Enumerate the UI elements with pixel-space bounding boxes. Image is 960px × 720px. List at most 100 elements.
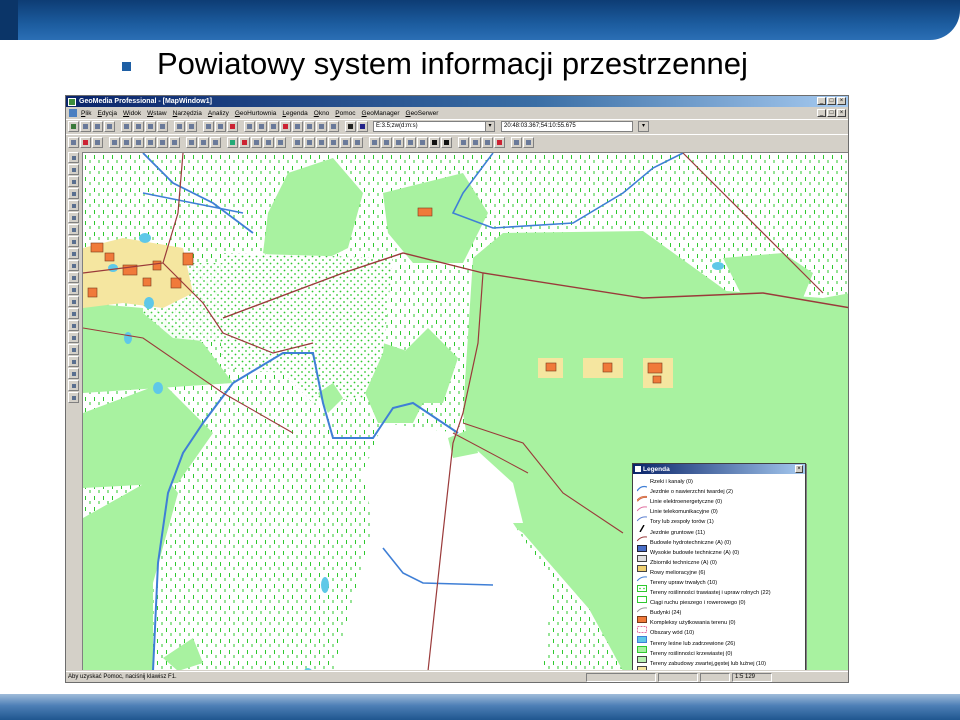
- refresh-icon[interactable]: [328, 121, 339, 132]
- clear-icon[interactable]: [494, 137, 505, 148]
- fit-all-icon[interactable]: [268, 121, 279, 132]
- help-icon[interactable]: [357, 121, 368, 132]
- legend-item[interactable]: Budowle hydrotechniczne (A) (0): [637, 538, 805, 553]
- menu-wstaw[interactable]: Wstaw: [147, 110, 167, 117]
- select-tool-icon[interactable]: [227, 121, 238, 132]
- legend-item[interactable]: Ciągi ruchu pieszego i rowerowego (0): [636, 598, 805, 612]
- select-by-area-icon[interactable]: [215, 121, 226, 132]
- vertex-tool-icon[interactable]: [68, 212, 79, 223]
- maximize-button[interactable]: □: [827, 97, 836, 105]
- insert-feature-icon[interactable]: [227, 137, 238, 148]
- buffer-icon[interactable]: [186, 137, 197, 148]
- copy-feature-icon[interactable]: [275, 137, 286, 148]
- split-icon[interactable]: [369, 137, 380, 148]
- legend-item[interactable]: Tory lub zespoły torów (1): [637, 517, 805, 533]
- legend-item[interactable]: Obszary wód (10): [637, 628, 805, 643]
- legend-item[interactable]: Tereny gruntów odsłoniętych (1): [637, 669, 805, 670]
- redo-icon[interactable]: [186, 121, 197, 132]
- menu-widok[interactable]: Widok: [123, 110, 141, 117]
- cut-icon[interactable]: [121, 121, 132, 132]
- draw-line-icon[interactable]: [292, 137, 303, 148]
- symbol-icon[interactable]: [417, 137, 428, 148]
- legend-item[interactable]: Budynki (24): [637, 608, 805, 623]
- menu-geohurtownia[interactable]: GeoHurtownia: [235, 110, 277, 117]
- legend-titlebar[interactable]: Legenda: [633, 464, 805, 474]
- measure-tool-icon[interactable]: [68, 236, 79, 247]
- edit-geometry-icon[interactable]: [239, 137, 250, 148]
- menu-narzedzia[interactable]: Narzędzia: [173, 110, 202, 117]
- legend-item[interactable]: Tereny upraw trwałych (10): [637, 578, 805, 593]
- open-icon[interactable]: [92, 121, 103, 132]
- rotate-icon[interactable]: [263, 137, 274, 148]
- coordinate-dropdown-button[interactable]: ▾: [638, 121, 649, 132]
- angle-tool-icon[interactable]: [68, 284, 79, 295]
- circle-tool-icon[interactable]: [68, 332, 79, 343]
- grid-icon[interactable]: [109, 137, 120, 148]
- mdi-minimize-button[interactable]: _: [817, 109, 826, 117]
- join-tool-icon[interactable]: [68, 320, 79, 331]
- menu-plik[interactable]: Plik: [81, 110, 91, 117]
- delete-icon[interactable]: [157, 121, 168, 132]
- save-icon[interactable]: [104, 121, 115, 132]
- overview-icon[interactable]: [345, 121, 356, 132]
- fill-icon[interactable]: [441, 137, 452, 148]
- legend-item[interactable]: Kompleksy użytkowania terenu (0): [637, 618, 805, 633]
- legend-item[interactable]: Zbiorniki techniczne (A) (0): [637, 558, 805, 573]
- catalog-icon[interactable]: [511, 137, 522, 148]
- new-icon[interactable]: [80, 121, 91, 132]
- coordinate-system-select[interactable]: E:3.5;zw(d:m:s) ▾: [373, 121, 495, 132]
- arc-icon[interactable]: [405, 137, 416, 148]
- menu-geoserwer[interactable]: GeoSerwer: [406, 110, 439, 117]
- legend-close-button[interactable]: ×: [795, 465, 803, 473]
- query-icon[interactable]: [145, 137, 156, 148]
- move-icon[interactable]: [251, 137, 262, 148]
- extend-icon[interactable]: [393, 137, 404, 148]
- legend-item[interactable]: Rzeki i kanały (0): [636, 477, 805, 491]
- legend-item[interactable]: Tereny roślinności krzewiastej (0): [637, 649, 805, 664]
- menu-pomoc[interactable]: Pomoc: [335, 110, 355, 117]
- layer-icon[interactable]: [92, 137, 103, 148]
- area-tool-icon[interactable]: [68, 188, 79, 199]
- pan-icon[interactable]: [292, 121, 303, 132]
- legend-item[interactable]: Linie telekomunikacyjne (0): [636, 507, 805, 522]
- menu-analizy[interactable]: Analizy: [208, 110, 229, 117]
- mdi-close-button[interactable]: ×: [837, 109, 846, 117]
- data-window-icon[interactable]: [133, 137, 144, 148]
- select-icon[interactable]: [203, 121, 214, 132]
- draw-polygon-icon[interactable]: [328, 137, 339, 148]
- cancel-tool-icon[interactable]: [68, 392, 79, 403]
- paste-icon[interactable]: [145, 121, 156, 132]
- map-window-icon[interactable]: [68, 121, 79, 132]
- fit-selected-icon[interactable]: [280, 121, 291, 132]
- table-icon[interactable]: [121, 137, 132, 148]
- menu-legenda[interactable]: Legenda: [282, 110, 307, 117]
- legend-item[interactable]: Rowy melioracyjne (6): [636, 568, 805, 582]
- minimize-button[interactable]: _: [817, 97, 826, 105]
- export-icon[interactable]: [482, 137, 493, 148]
- perpendicular-tool-icon[interactable]: [68, 260, 79, 271]
- draw-rectangle-icon[interactable]: [340, 137, 351, 148]
- layout-icon[interactable]: [458, 137, 469, 148]
- offset-tool-icon[interactable]: [68, 272, 79, 283]
- menu-okno[interactable]: Okno: [314, 110, 330, 117]
- draw-polyline-icon[interactable]: [316, 137, 327, 148]
- break-tool-icon[interactable]: [68, 308, 79, 319]
- undo-icon[interactable]: [174, 121, 185, 132]
- pointer-icon[interactable]: [68, 137, 79, 148]
- legend-item[interactable]: Linie elektroenergetyczne (0): [636, 497, 805, 512]
- legend-item[interactable]: Tereny zabudowy zwartej,gęstej lub luźne…: [637, 659, 805, 670]
- text-tool-icon[interactable]: [68, 164, 79, 175]
- legend-item[interactable]: Jezdnie gruntowe (11): [636, 527, 805, 542]
- zoom-out-icon[interactable]: [256, 121, 267, 132]
- legend-item[interactable]: Jezdnie o nawierzchni twardej (2): [636, 487, 805, 502]
- metadata-icon[interactable]: [523, 137, 534, 148]
- menu-geomanager[interactable]: GeoManager: [362, 110, 400, 117]
- delete-tool-icon[interactable]: [68, 380, 79, 391]
- zoom-in-icon[interactable]: [244, 121, 255, 132]
- legend-item[interactable]: Tereny leśne lub zadrzewione (26): [637, 639, 805, 654]
- select-tool-icon[interactable]: [68, 152, 79, 163]
- copy-tool-icon[interactable]: [68, 344, 79, 355]
- parallel-tool-icon[interactable]: [68, 248, 79, 259]
- snap-tool-icon[interactable]: [68, 224, 79, 235]
- close-button[interactable]: ×: [837, 97, 846, 105]
